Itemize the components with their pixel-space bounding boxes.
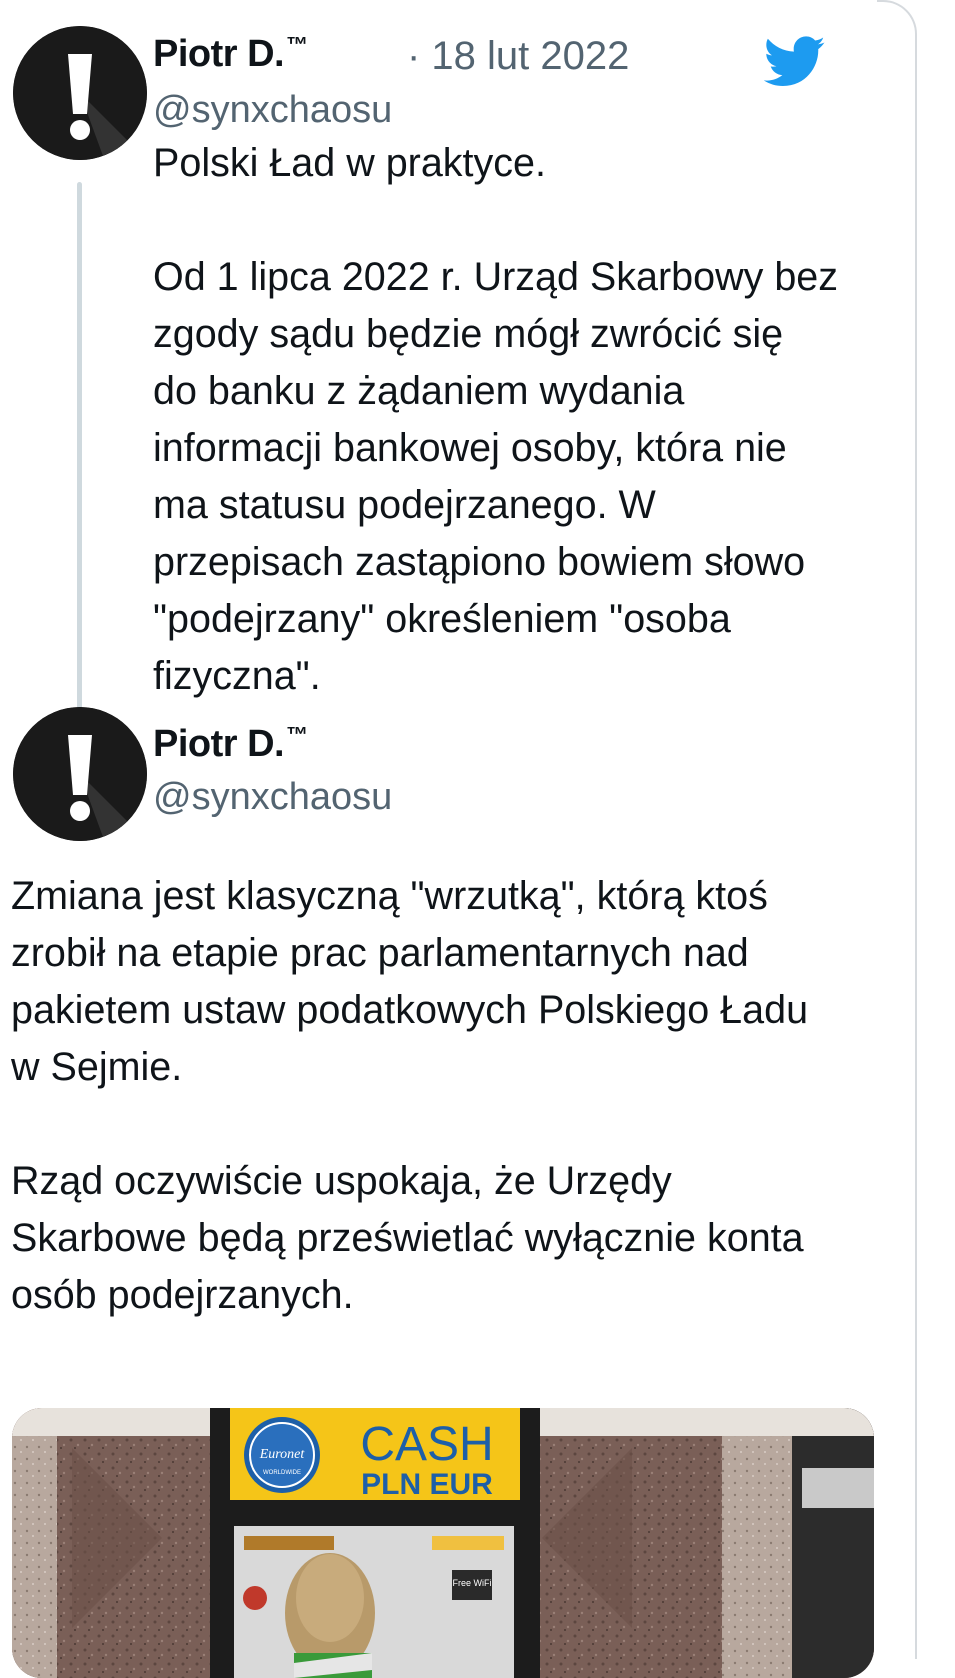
tweet-date[interactable]: · 18 lut 2022 [407,34,629,79]
author-name[interactable]: Piotr D.™ [153,722,308,766]
atm-brand-text: Euronet [259,1447,306,1462]
avatar[interactable] [13,26,147,160]
author-handle[interactable]: @synxchaosu [153,89,392,132]
atm-sign-main: CASH [360,1418,493,1471]
exclamation-mark-icon [13,26,147,160]
tweet-text: Zmiana jest klasyczną "wrzutką", którą k… [11,874,809,1317]
exclamation-mark-icon [13,707,147,841]
atm-sign-sub: PLN EUR [361,1468,493,1501]
wifi-label: Free WiFi [453,1578,492,1588]
thread-connector [77,182,82,738]
author-handle[interactable]: @synxchaosu [153,776,392,819]
twitter-bird-icon [763,36,826,93]
author-name[interactable]: Piotr D.™ [153,32,308,76]
tweet-text: Polski Ład w praktyce. Od 1 lipca 2022 r… [153,141,839,698]
trademark-symbol: ™ [286,32,308,57]
avatar[interactable] [13,707,147,841]
tweet-media-image[interactable]: Euronet WORLDWIDE CASH PLN EUR Free WiFi [12,1408,874,1678]
card-border [877,0,917,1659]
atm-brand-subtext: WORLDWIDE [263,1470,301,1476]
trademark-symbol: ™ [286,722,308,747]
